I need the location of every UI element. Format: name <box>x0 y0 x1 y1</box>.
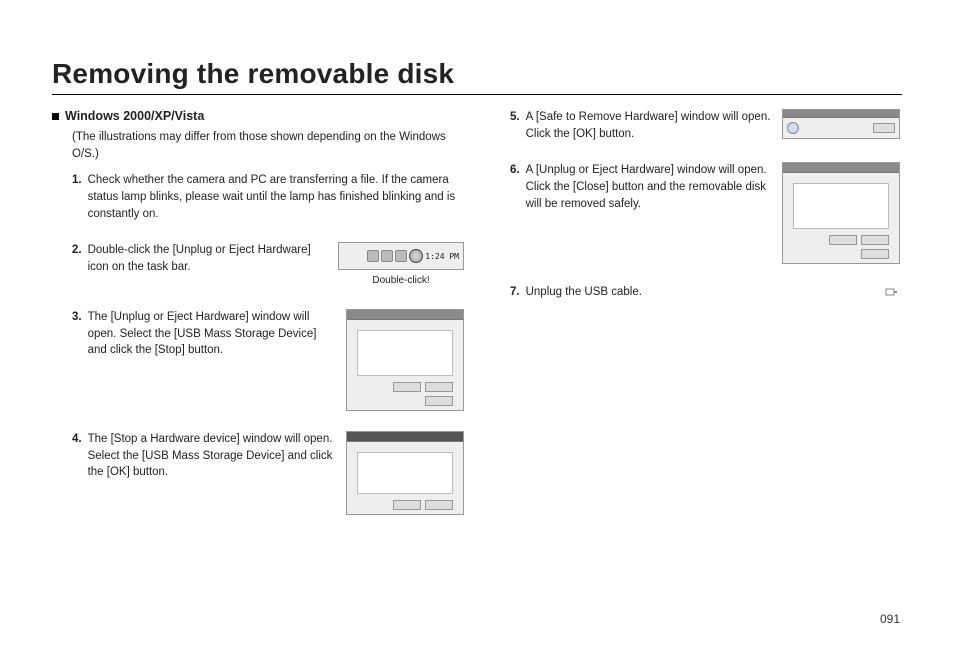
taskbar-caption: Double-click! <box>338 274 464 289</box>
step-5: 5. A [Safe to Remove Hardware] window wi… <box>510 109 900 142</box>
section-heading-text: Windows 2000/XP/Vista <box>65 109 204 123</box>
step-7: 7. Unplug the USB cable. <box>510 284 900 301</box>
taskbar-clock: 1:24 PM <box>425 251 459 263</box>
unplug-hardware-dialog-thumbnail <box>346 309 464 411</box>
info-icon <box>787 122 799 134</box>
tray-icon <box>381 250 393 262</box>
step-6: 6. A [Unplug or Eject Hardware] window w… <box>510 162 900 264</box>
step-number: 1. <box>72 172 82 189</box>
safe-remove-dialog-thumbnail <box>782 109 900 139</box>
step-number: 6. <box>510 162 520 179</box>
tray-icon <box>395 250 407 262</box>
step-text: A [Unplug or Eject Hardware] window will… <box>526 162 772 212</box>
step-number: 2. <box>72 242 82 259</box>
step-text: Unplug the USB cable. <box>526 284 874 301</box>
step-text: Double-click the [Unplug or Eject Hardwa… <box>88 242 328 275</box>
step-4: 4. The [Stop a Hardware device] window w… <box>72 431 464 515</box>
tray-icon <box>367 250 379 262</box>
section-heading: Windows 2000/XP/Vista <box>52 109 464 123</box>
step-text: Check whether the camera and PC are tran… <box>88 172 464 222</box>
page-number: 091 <box>880 612 900 626</box>
page-title: Removing the removable disk <box>52 58 902 90</box>
step-3: 3. The [Unplug or Eject Hardware] window… <box>72 309 464 411</box>
taskbar-thumbnail: 1:24 PM <box>338 242 464 270</box>
step-1: 1. Check whether the camera and PC are t… <box>72 172 464 222</box>
step-number: 5. <box>510 109 520 126</box>
unplug-hardware-close-dialog-thumbnail <box>782 162 900 264</box>
bullet-square-icon <box>52 113 59 120</box>
step-text: A [Safe to Remove Hardware] window will … <box>526 109 772 142</box>
unplug-hardware-icon <box>409 249 423 263</box>
usb-cable-icon <box>884 284 900 300</box>
step-text: The [Stop a Hardware device] window will… <box>88 431 336 481</box>
stop-hardware-dialog-thumbnail <box>346 431 464 515</box>
step-number: 7. <box>510 284 520 301</box>
section-intro: (The illustrations may differ from those… <box>72 129 464 162</box>
step-2: 2. Double-click the [Unplug or Eject Har… <box>72 242 464 289</box>
step-text: The [Unplug or Eject Hardware] window wi… <box>88 309 336 359</box>
title-rule <box>52 94 902 95</box>
step-number: 3. <box>72 309 82 326</box>
step-number: 4. <box>72 431 82 448</box>
